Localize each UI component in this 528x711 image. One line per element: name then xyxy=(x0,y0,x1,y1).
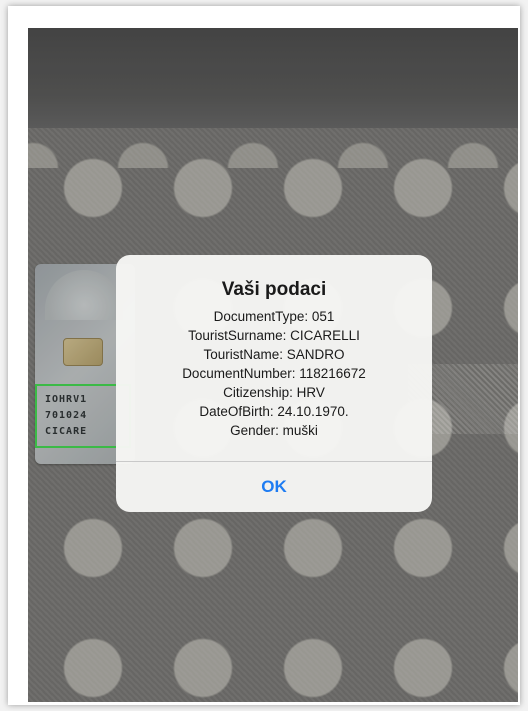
document-number-line: DocumentNumber: 118216672 xyxy=(182,366,366,381)
alert-message: DocumentType: 051 TouristSurname: CICARE… xyxy=(116,307,432,440)
alert-title: Vaši podaci xyxy=(221,279,327,300)
tourist-name-line: TouristName: SANDRO xyxy=(203,347,345,362)
ok-button[interactable]: OK xyxy=(116,462,432,512)
date-of-birth-line: DateOfBirth: 24.10.1970. xyxy=(199,404,349,419)
citizenship-line: Citizenship: HRV xyxy=(223,385,325,400)
alert-dialog: Vaši podaci DocumentType: 051 TouristSur… xyxy=(116,255,432,512)
camera-screen: IOHRV1 701024 CICARE Vaši podaci Documen… xyxy=(28,28,518,702)
gender-line: Gender: muški xyxy=(230,423,318,438)
document-type-line: DocumentType: 051 xyxy=(213,309,335,324)
tourist-surname-line: TouristSurname: CICARELLI xyxy=(188,328,360,343)
screenshot-frame: IOHRV1 701024 CICARE Vaši podaci Documen… xyxy=(8,6,520,705)
